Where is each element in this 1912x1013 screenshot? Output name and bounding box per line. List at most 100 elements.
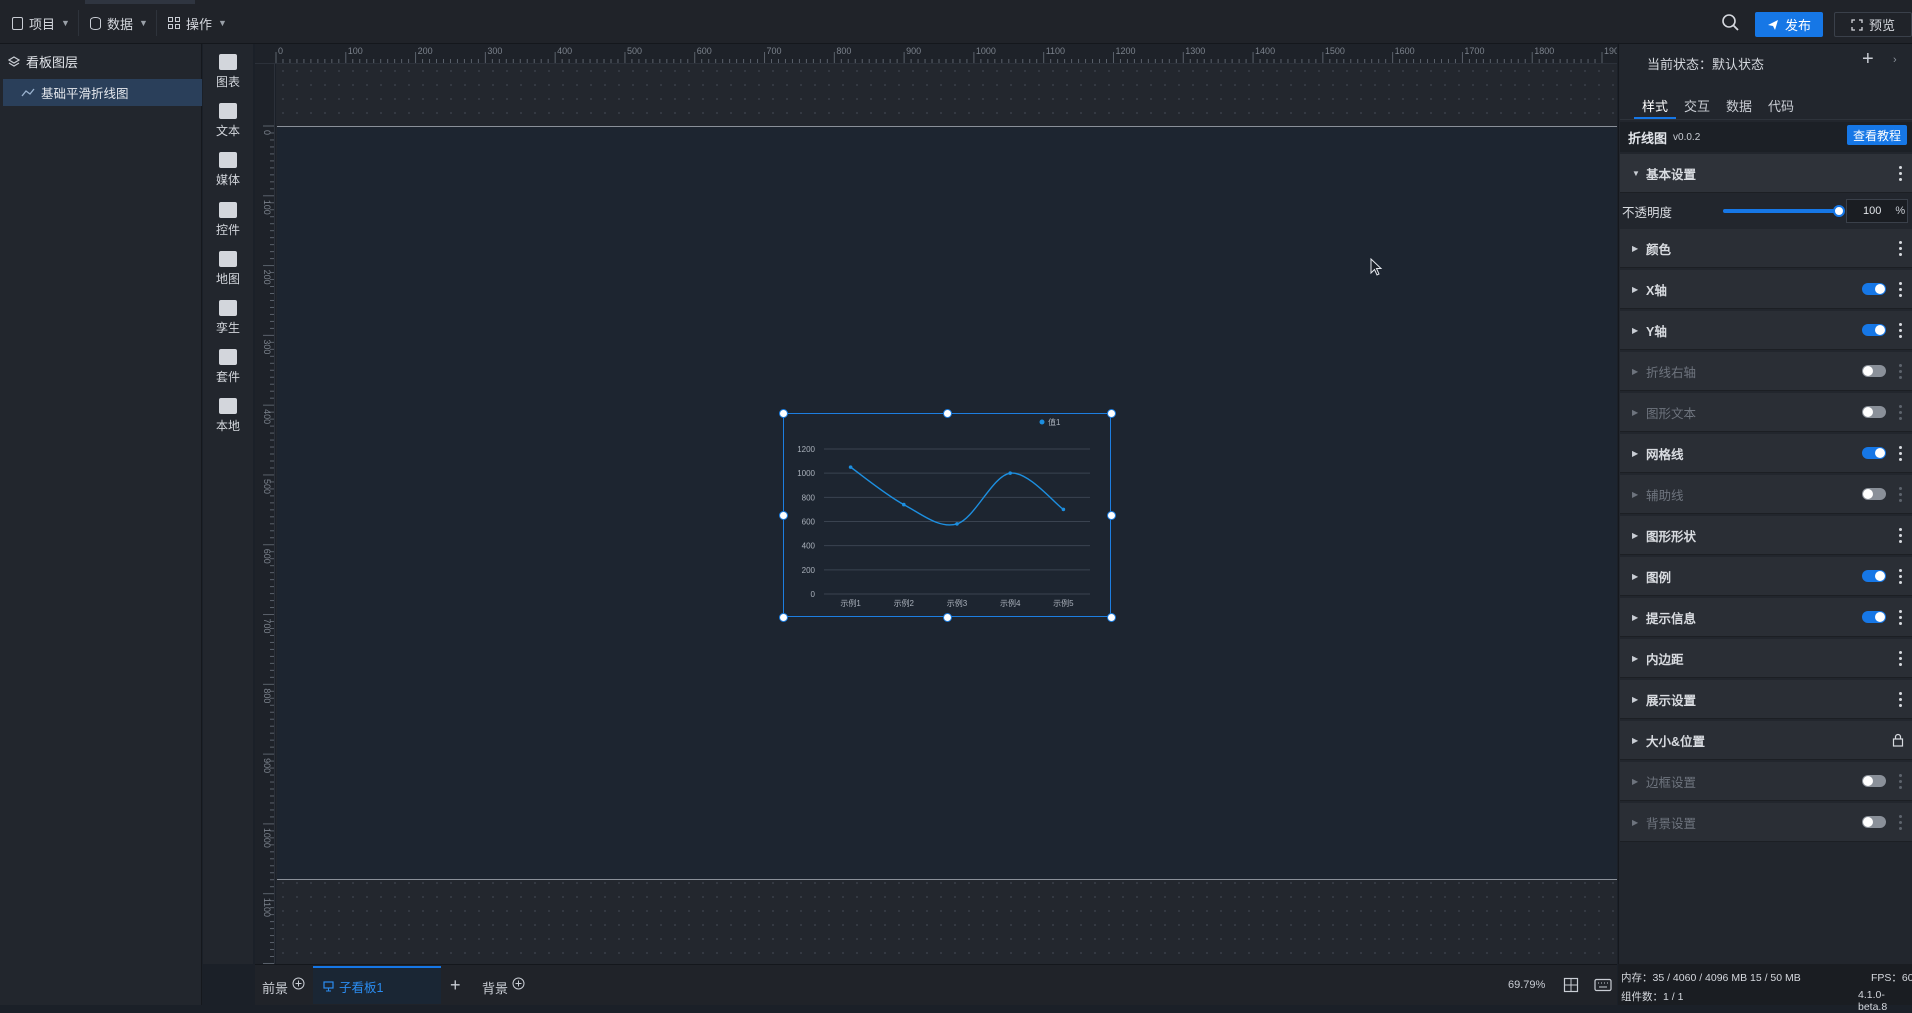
more-icon[interactable]: [1899, 446, 1902, 461]
background-tab[interactable]: 背景: [482, 977, 525, 997]
publish-button[interactable]: 发布: [1755, 12, 1823, 37]
ruler-tick-label: 300: [262, 339, 272, 354]
foreground-tab[interactable]: 前景: [262, 977, 305, 997]
section-8[interactable]: ▶ 图例: [1620, 557, 1912, 596]
section-7[interactable]: ▶ 图形形状: [1620, 516, 1912, 555]
section-1[interactable]: ▶ X轴: [1620, 270, 1912, 309]
tool-bar-chart[interactable]: 图表: [203, 48, 253, 96]
ruler-tick-label: 1900: [1604, 46, 1617, 56]
tool-cube[interactable]: 孪生: [203, 294, 253, 342]
more-icon[interactable]: [1899, 487, 1902, 502]
zoom-level[interactable]: 69.79%: [1508, 979, 1545, 991]
tab-style[interactable]: 样式: [1634, 88, 1677, 119]
y-tick-label: 600: [802, 518, 816, 527]
resize-handle[interactable]: [1106, 510, 1116, 520]
chevron-right-icon[interactable]: ›: [1893, 54, 1897, 66]
resize-handle[interactable]: [942, 612, 952, 622]
section-13[interactable]: ▶ 边框设置: [1620, 762, 1912, 801]
tab-code[interactable]: 代码: [1760, 88, 1802, 119]
more-icon[interactable]: [1899, 282, 1902, 297]
section-2[interactable]: ▶ Y轴: [1620, 311, 1912, 350]
ruler-tick-label: 1000: [262, 828, 272, 848]
section-12[interactable]: ▶ 大小&位置: [1620, 721, 1912, 760]
tool-widget[interactable]: 控件: [203, 196, 253, 244]
more-icon[interactable]: [1899, 692, 1902, 707]
caret-right-icon: ▶: [1632, 817, 1639, 827]
lock-icon[interactable]: [1892, 733, 1904, 750]
slider-handle[interactable]: [1833, 205, 1845, 217]
add-circle-icon[interactable]: [292, 977, 305, 990]
subboard-tab[interactable]: 子看板1: [313, 966, 441, 1004]
tool-map[interactable]: 地图: [203, 245, 253, 293]
resize-handle[interactable]: [778, 408, 788, 418]
more-icon[interactable]: [1899, 610, 1902, 625]
line-chart-widget[interactable]: 0 200 400 600 800 1000 1200 示例1 示例2 示例3 示例4 示例5 值1: [783, 413, 1111, 617]
resize-handle[interactable]: [1106, 612, 1116, 622]
section-5[interactable]: ▶ 网格线: [1620, 434, 1912, 473]
section-9[interactable]: ▶ 提示信息: [1620, 598, 1912, 637]
data-point: [1061, 507, 1066, 512]
section-4[interactable]: ▶ 图形文本: [1620, 393, 1912, 432]
more-icon[interactable]: [1899, 528, 1902, 543]
toggle-switch[interactable]: [1862, 324, 1886, 336]
section-3[interactable]: ▶ 折线右轴: [1620, 352, 1912, 391]
caret-right-icon: ▶: [1632, 325, 1639, 335]
add-state-icon[interactable]: +: [1862, 48, 1874, 71]
toggle-switch[interactable]: [1862, 406, 1886, 418]
menu-data-label: 数据: [107, 16, 134, 32]
preview-button[interactable]: 预览: [1834, 12, 1912, 37]
more-icon[interactable]: [1899, 774, 1902, 789]
section-10[interactable]: ▶ 内边距: [1620, 639, 1912, 678]
tool-media[interactable]: 媒体: [203, 146, 253, 194]
resize-handle[interactable]: [1106, 408, 1116, 418]
keyboard-icon[interactable]: [1594, 978, 1612, 992]
more-icon[interactable]: [1899, 569, 1902, 584]
toggle-switch[interactable]: [1862, 283, 1886, 295]
menu-operations[interactable]: 操作 ▼: [160, 10, 235, 36]
add-circle-icon[interactable]: [512, 977, 525, 990]
tool-kit[interactable]: 套件: [203, 343, 253, 391]
ruler-tick-label: 900: [262, 758, 272, 773]
ruler-tick-label: 400: [262, 409, 272, 424]
view-tutorial-button[interactable]: 查看教程: [1847, 125, 1907, 145]
section-14[interactable]: ▶ 背景设置: [1620, 803, 1912, 842]
layer-item[interactable]: 基础平滑折线图: [3, 79, 202, 106]
fit-screen-icon[interactable]: [1563, 977, 1579, 993]
more-icon[interactable]: [1899, 405, 1902, 420]
tool-text[interactable]: 文本: [203, 97, 253, 145]
tab-interaction[interactable]: 交互: [1676, 88, 1718, 119]
resize-handle[interactable]: [778, 510, 788, 520]
toggle-switch[interactable]: [1862, 488, 1886, 500]
resize-handle[interactable]: [778, 612, 788, 622]
more-icon[interactable]: [1899, 364, 1902, 379]
more-icon[interactable]: [1899, 815, 1902, 830]
section-0[interactable]: ▶ 颜色: [1620, 229, 1912, 268]
tool-puzzle[interactable]: 本地: [203, 392, 253, 440]
cube-icon: [219, 300, 237, 316]
toggle-switch[interactable]: [1862, 611, 1886, 623]
opacity-input[interactable]: 100 %: [1846, 199, 1908, 223]
tab-data[interactable]: 数据: [1718, 88, 1760, 119]
menu-data[interactable]: 数据 ▼: [82, 10, 157, 36]
opacity-slider[interactable]: [1723, 205, 1845, 217]
more-icon[interactable]: [1899, 323, 1902, 338]
menu-project[interactable]: 项目 ▼: [4, 10, 79, 36]
toggle-switch[interactable]: [1862, 447, 1886, 459]
toggle-switch[interactable]: [1862, 365, 1886, 377]
preview-label: 预览: [1868, 18, 1895, 33]
resize-handle[interactable]: [942, 408, 952, 418]
map-icon: [219, 250, 237, 267]
toggle-switch[interactable]: [1862, 816, 1886, 828]
search-icon[interactable]: [1720, 12, 1742, 34]
section-basic-settings[interactable]: ▼ 基本设置: [1620, 154, 1912, 193]
section-6[interactable]: ▶ 辅助线: [1620, 475, 1912, 514]
more-icon[interactable]: [1899, 651, 1902, 666]
toggle-switch[interactable]: [1862, 570, 1886, 582]
section-11[interactable]: ▶ 展示设置: [1620, 680, 1912, 719]
add-board-icon[interactable]: +: [450, 975, 461, 996]
more-icon[interactable]: [1899, 241, 1902, 256]
toggle-switch[interactable]: [1862, 775, 1886, 787]
y-tick-label: 1000: [797, 469, 815, 478]
more-icon[interactable]: [1899, 166, 1902, 181]
caret-right-icon: ▶: [1632, 653, 1639, 663]
